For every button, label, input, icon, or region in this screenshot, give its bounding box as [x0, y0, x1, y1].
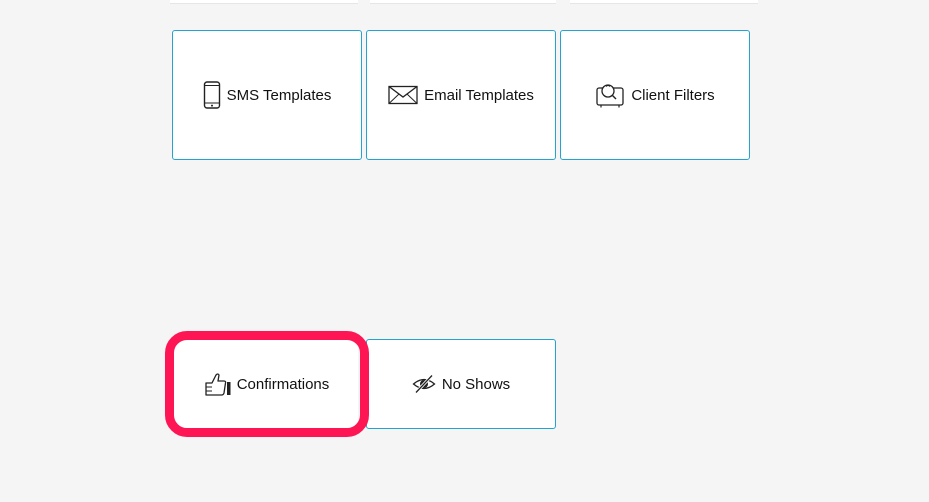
sms-templates-label: SMS Templates [226, 86, 332, 104]
no-shows-label: No Shows [441, 375, 511, 393]
no-shows-tile[interactable]: No Shows [366, 339, 556, 429]
previous-row-tile[interactable] [170, 0, 358, 4]
envelope-icon [388, 85, 418, 105]
email-templates-tile[interactable]: Email Templates [366, 30, 556, 160]
confirmations-tile[interactable]: Confirmations [174, 339, 358, 429]
smartphone-icon [203, 81, 221, 109]
sms-templates-tile[interactable]: SMS Templates [172, 30, 362, 160]
eye-slash-icon [412, 374, 436, 394]
thumbs-up-icon [203, 371, 231, 397]
client-filters-tile[interactable]: Client Filters [560, 30, 750, 160]
previous-row-tile[interactable] [570, 0, 758, 4]
client-filters-label: Client Filters [631, 86, 715, 104]
client-filter-icon [595, 82, 625, 108]
confirmations-label: Confirmations [236, 375, 330, 393]
settings-page: SMS Templates Email Templates Client Fil [0, 0, 929, 502]
previous-row-tile[interactable] [370, 0, 556, 4]
email-templates-label: Email Templates [424, 86, 534, 104]
